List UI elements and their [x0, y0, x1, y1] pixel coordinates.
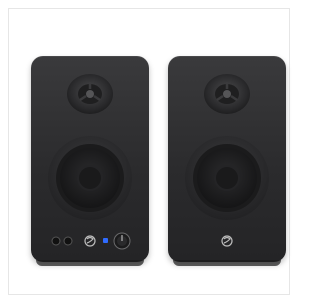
- product-photo: [0, 0, 298, 303]
- tweeter-dome-icon: [67, 74, 113, 114]
- volume-knob-icon[interactable]: [113, 232, 131, 250]
- brand-s-logo-icon: [84, 235, 96, 247]
- power-led-icon: [103, 238, 108, 243]
- woofer-cone-icon: [48, 136, 132, 220]
- aux-input-jack-icon: [51, 236, 61, 246]
- left-speaker: [31, 56, 149, 266]
- woofer-cone-icon: [185, 136, 269, 220]
- right-speaker: [168, 56, 286, 266]
- tweeter-dome-icon: [204, 74, 250, 114]
- right-speaker-face: [185, 74, 269, 247]
- left-speaker-face: [48, 74, 132, 250]
- speaker-foot: [173, 260, 281, 266]
- headphone-output-jack-icon: [63, 236, 73, 246]
- speaker-foot: [36, 260, 144, 266]
- brand-s-logo-icon: [221, 235, 233, 247]
